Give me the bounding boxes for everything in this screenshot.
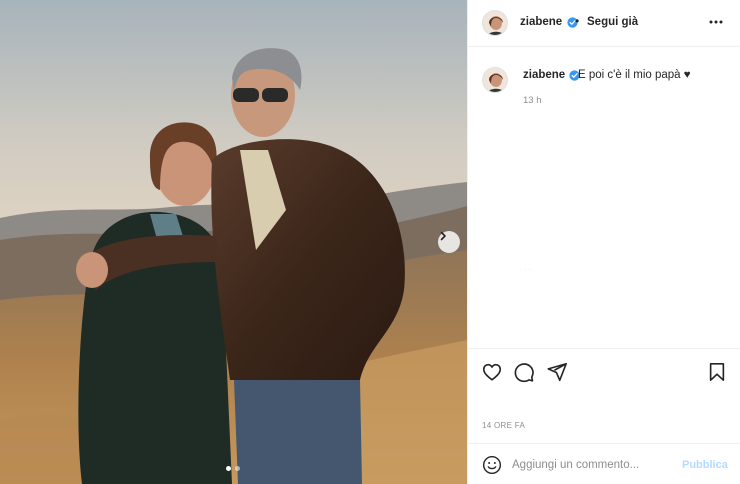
caption-username[interactable]: ziabene (523, 69, 565, 81)
separator-dot: • (575, 14, 580, 28)
photo-illustration (0, 0, 467, 484)
share-button[interactable] (546, 361, 568, 388)
bookmark-icon (709, 363, 725, 381)
comment-input[interactable] (512, 454, 672, 476)
post-header: ziabene • Segui già (468, 0, 740, 47)
emoji-button[interactable] (482, 455, 502, 480)
action-bar (468, 348, 740, 393)
caption-time[interactable]: 13 h (523, 95, 542, 106)
publish-button[interactable]: Pubblica (682, 459, 728, 471)
carousel-indicator (226, 466, 240, 471)
profile-photo-icon (483, 11, 507, 35)
post-photo[interactable] (0, 0, 467, 484)
comment-bubble-icon (514, 363, 534, 383)
avatar[interactable] (482, 10, 508, 36)
caption-avatar[interactable] (482, 67, 508, 93)
comment-button[interactable] (513, 361, 535, 388)
caption-text: E poi c'è il mio papà ♥ (578, 69, 691, 81)
heart-icon (482, 363, 502, 381)
save-button[interactable] (707, 361, 727, 388)
add-comment-bar: Pubblica (468, 443, 740, 484)
carousel-dot (235, 466, 240, 471)
chevron-right-icon (440, 231, 446, 241)
more-horizontal-icon (709, 20, 723, 24)
post-timestamp[interactable]: 14 ORE FA (482, 421, 525, 430)
following-button[interactable]: Segui già (587, 16, 638, 28)
carousel-dot-active (226, 466, 231, 471)
post-side-panel: ziabene • Segui già ziabene E poi c'è il… (467, 0, 740, 484)
author-username[interactable]: ziabene (520, 16, 562, 28)
smiley-icon (482, 455, 502, 475)
more-options-button[interactable] (708, 14, 724, 35)
carousel-next-button[interactable] (438, 231, 460, 253)
faint-text: · · (524, 265, 532, 274)
profile-photo-icon (483, 68, 507, 92)
paper-plane-icon (547, 362, 567, 382)
like-button[interactable] (481, 361, 503, 388)
